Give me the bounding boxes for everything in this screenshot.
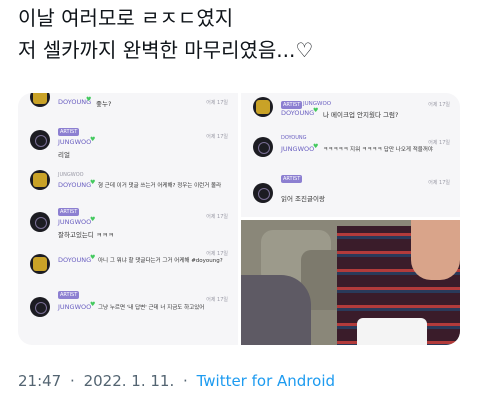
chat-time: 어제 17일: [206, 297, 228, 303]
avatar: [30, 297, 50, 317]
avatar: [253, 97, 273, 117]
chat-row: DOYOUNG ♥ 아니 그 뭐냐 할 댓글다는거 그거 어케해 #doyoun…: [18, 248, 238, 288]
avatar: [30, 254, 50, 274]
chat-time: 어제 17일: [206, 251, 228, 257]
tweet-line-2: 저 셀카까지 완벽한 마무리였음...♡: [18, 38, 314, 62]
tweet-time: 21:47: [18, 372, 62, 390]
artist-badge: ARTIST: [58, 291, 80, 299]
artist-badge: ARTIST: [281, 175, 303, 183]
avatar: [30, 130, 50, 150]
chat-author-small: JUNGWOO: [58, 172, 84, 178]
selfie-photo[interactable]: [241, 220, 460, 345]
chat-message: 리얼: [58, 151, 70, 159]
heart-icon: ♥: [90, 179, 96, 186]
tweet-meta: 21:47 · 2022. 1. 11. · Twitter for Andro…: [18, 372, 335, 390]
tweet-text: 이날 여러모로 ㄹㅈㄷ였지 저 셀카까지 완벽한 마무리였음...♡: [18, 2, 468, 66]
chat-time: 어제 17일: [428, 140, 450, 146]
heart-icon: ♥: [313, 107, 319, 114]
heart-icon: ♥: [90, 216, 96, 223]
chat-row: ARTIST JUNGWOO ♥ 잘하고있는디 ㅋㅋㅋ 어제 17일: [18, 208, 238, 244]
chat-time: 어제 17일: [206, 214, 228, 220]
avatar: [253, 137, 273, 157]
tweet-client-link[interactable]: Twitter for Android: [197, 372, 335, 390]
chat-time: 어제 17일: [206, 100, 228, 106]
separator: ·: [70, 372, 75, 390]
separator: ·: [183, 372, 188, 390]
chat-message: ㅋㅋㅋㅋㅋ 지워 ㅋㅋㅋㅋ 답만 나오게 적을꺼야: [323, 147, 433, 153]
chat-time: 어제 17일: [428, 180, 450, 186]
tweet-line-1: 이날 여러모로 ㄹㅈㄷ였지: [18, 6, 234, 30]
heart-icon: ♥: [313, 143, 319, 150]
chat-message: 그냥 누르면 '내 답변' 근데 너 지금도 하고있어: [98, 305, 205, 311]
tweet-date: 2022. 1. 11.: [83, 372, 175, 390]
chat-row: DOYOUNG JUNGWOO ♥ ㅋㅋㅋㅋㅋ 지워 ㅋㅋㅋㅋ 답만 나오게 적…: [241, 133, 460, 169]
artist-badge: ARTIST: [281, 101, 303, 109]
artist-badge: ARTIST: [58, 208, 80, 216]
chat-row: JUNGWOO DOYOUNG ♥ 형 근데 이거 댓글 쓰는거 어케해? 정우…: [18, 168, 238, 204]
chat-author: DOYOUNG: [58, 256, 92, 264]
photo-image: [241, 220, 460, 345]
chat-message: 읽어 조진글이랑: [281, 195, 325, 203]
chat-message: 아니 그 뭐냐 할 댓글다는거 그거 어케해 #doyoung?: [98, 258, 223, 264]
chat-message: 형 근데 이거 댓글 쓰는거 어케해? 정우는 이런거 몰라: [98, 183, 222, 189]
chat-row: DOYOUNG ♥ 좋누? 어제 17일: [18, 93, 238, 111]
chat-author: JUNGWOO: [58, 303, 92, 311]
chat-author: JUNGWOO: [281, 145, 315, 153]
chat-author: JUNGWOO: [58, 138, 92, 146]
chat-author: JUNGWOO: [58, 218, 92, 226]
chat-screenshot-left[interactable]: DOYOUNG ♥ 좋누? 어제 17일 ARTIST JUNGWOO ♥ 리얼…: [18, 93, 238, 345]
chat-author: DOYOUNG: [281, 109, 315, 117]
artist-badge: ARTIST: [58, 128, 80, 136]
chat-message: 나 메이크업 안지웠다 그럼?: [323, 111, 399, 119]
chat-row: ARTIST JUNGWOO DOYOUNG ♥ 나 메이크업 안지웠다 그럼?…: [241, 93, 460, 123]
chat-message: 좋누?: [96, 100, 112, 108]
chat-author: DOYOUNG: [58, 181, 92, 189]
chat-row: ARTIST JUNGWOO ♥ 리얼 어제 17일: [18, 128, 238, 164]
heart-icon: ♥: [90, 136, 96, 143]
chat-screenshot-right[interactable]: ARTIST JUNGWOO DOYOUNG ♥ 나 메이크업 안지웠다 그럼?…: [241, 93, 460, 217]
heart-icon: ♥: [90, 254, 96, 261]
heart-icon: ♥: [90, 301, 96, 308]
avatar: [253, 183, 273, 203]
chat-time: 어제 17일: [428, 102, 450, 108]
chat-row: ARTIST JUNGWOO ♥ 그냥 누르면 '내 답변' 근데 너 지금도 …: [18, 291, 238, 331]
avatar: [30, 93, 50, 107]
chat-author: DOYOUNG: [281, 135, 307, 141]
chat-time: 어제 17일: [206, 134, 228, 140]
avatar: [30, 170, 50, 190]
media-grid[interactable]: DOYOUNG ♥ 좋누? 어제 17일 ARTIST JUNGWOO ♥ 리얼…: [18, 93, 460, 345]
heart-icon: ♥: [86, 96, 92, 103]
chat-row: ARTIST 읽어 조진글이랑 어제 17일: [241, 175, 460, 211]
chat-message: 잘하고있는디 ㅋㅋㅋ: [58, 231, 114, 239]
avatar: [30, 212, 50, 232]
